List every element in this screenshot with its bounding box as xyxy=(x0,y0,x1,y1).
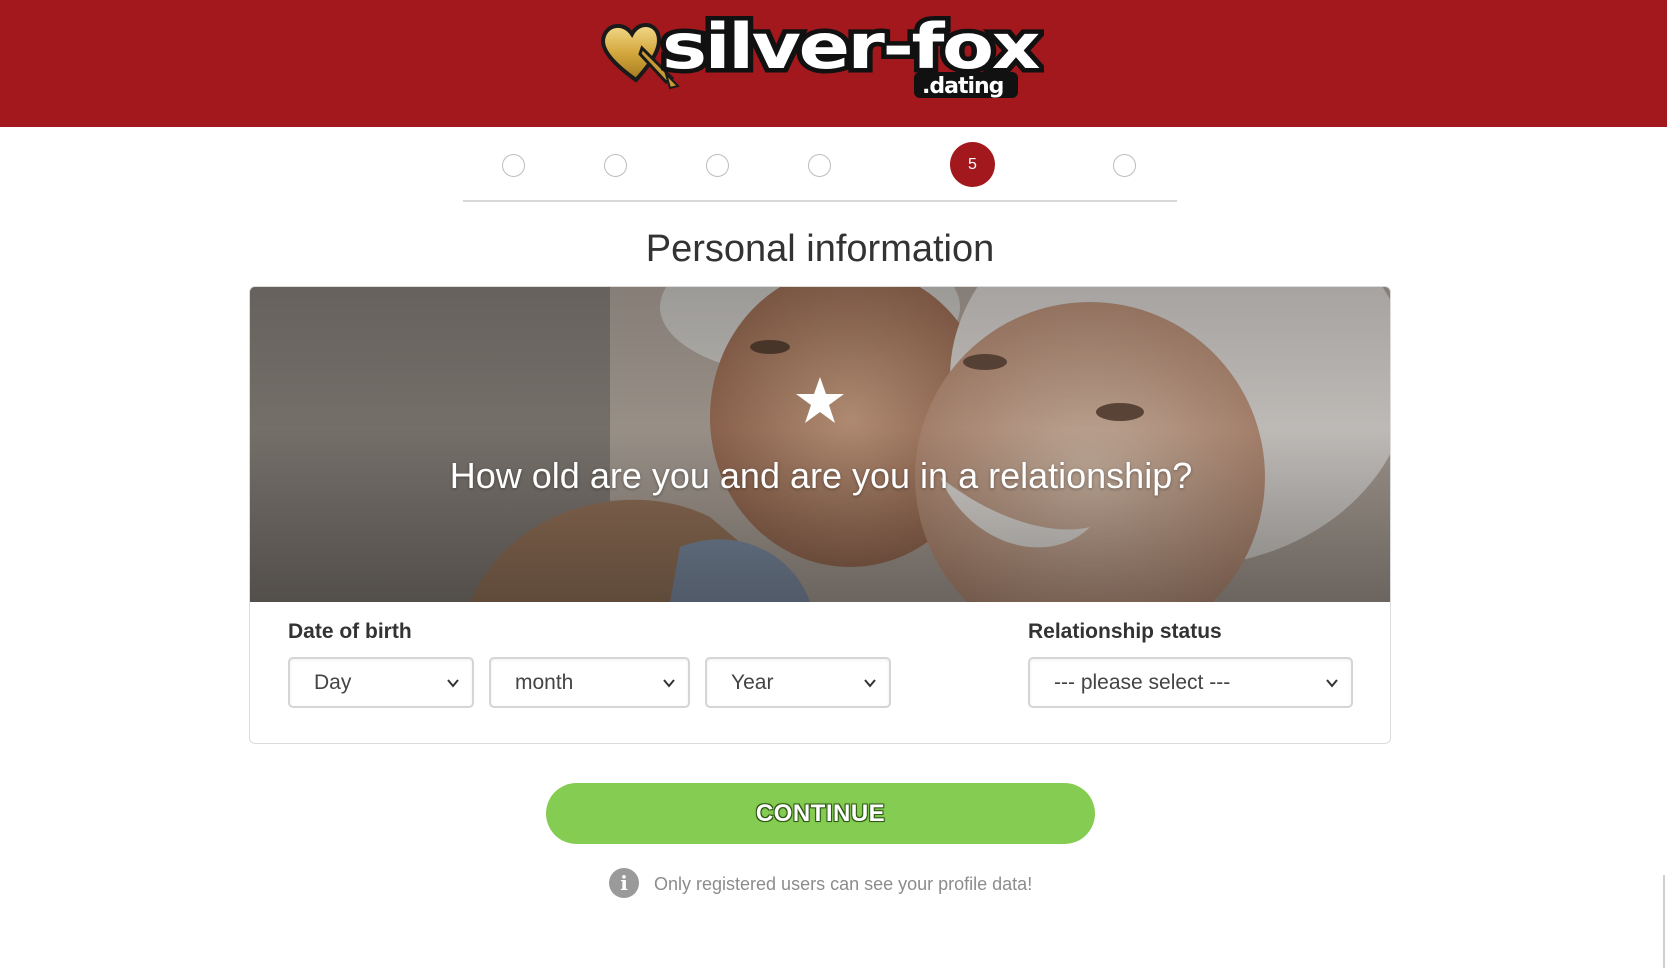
star-icon xyxy=(796,377,844,423)
heart-logo-icon xyxy=(601,23,661,83)
chevron-down-icon xyxy=(1326,679,1338,688)
step-6-indicator xyxy=(1113,154,1136,177)
step-4-indicator xyxy=(808,154,831,177)
relationship-status-value: --- please select --- xyxy=(1054,671,1231,694)
step-3-indicator xyxy=(706,154,729,177)
form-card: How old are you and are you in a relatio… xyxy=(249,286,1391,744)
continue-button[interactable]: CONTINUE xyxy=(546,783,1095,844)
step-5-indicator: 5 xyxy=(950,142,995,187)
year-select[interactable]: Year xyxy=(705,657,891,708)
step-1-indicator xyxy=(502,154,525,177)
hero-image: How old are you and are you in a relatio… xyxy=(250,287,1390,602)
logo-subtitle: .dating xyxy=(922,74,1003,99)
month-select[interactable]: month xyxy=(489,657,690,708)
year-select-value: Year xyxy=(731,671,774,694)
date-of-birth-label: Date of birth xyxy=(288,620,412,643)
day-select-value: Day xyxy=(314,671,352,694)
privacy-note-text: Only registered users can see your profi… xyxy=(654,874,1033,894)
relationship-status-select[interactable]: --- please select --- xyxy=(1028,657,1353,708)
chevron-down-icon xyxy=(447,679,459,688)
step-2-indicator xyxy=(604,154,627,177)
progress-steps: 5 xyxy=(463,140,1177,202)
site-logo[interactable]: silver-fox .dating xyxy=(596,2,1044,102)
hero-overlay xyxy=(250,287,1390,602)
page-title: Personal information xyxy=(645,228,995,270)
day-select[interactable]: Day xyxy=(288,657,474,708)
month-select-value: month xyxy=(515,671,574,694)
site-header: silver-fox .dating xyxy=(0,0,1667,127)
hero-question: How old are you and are you in a relatio… xyxy=(449,455,1193,496)
relationship-status-label: Relationship status xyxy=(1028,620,1222,643)
info-icon: i xyxy=(609,868,639,898)
chevron-down-icon xyxy=(663,679,675,688)
scrollbar-edge xyxy=(1663,875,1665,968)
chevron-down-icon xyxy=(864,679,876,688)
